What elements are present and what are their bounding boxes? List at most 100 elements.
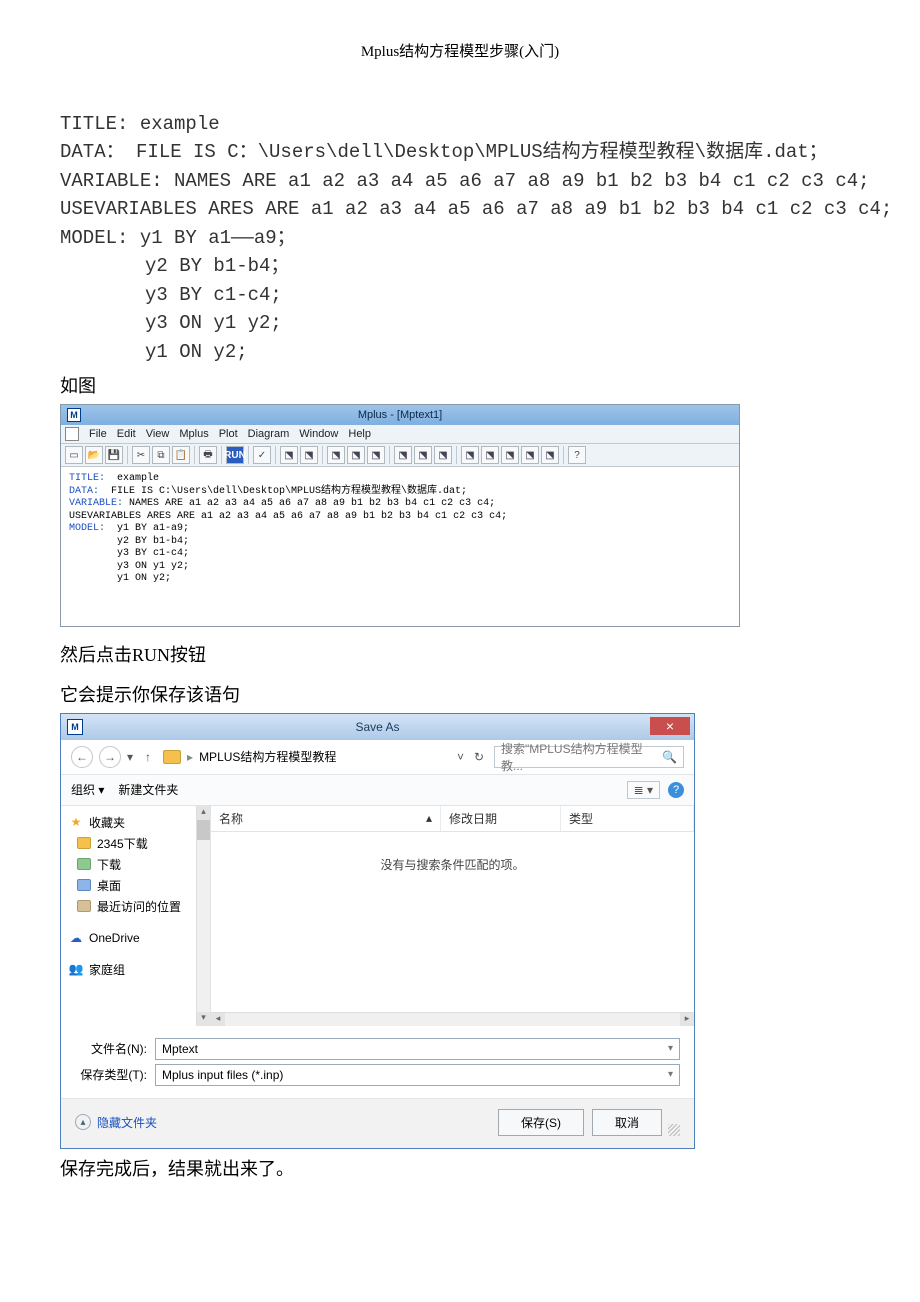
filename-value: Mptext [162, 1042, 198, 1056]
search-icon: 🔍 [662, 750, 677, 764]
sidebar-label: OneDrive [89, 931, 140, 945]
sidebar-recent[interactable]: 最近访问的位置 [67, 896, 204, 917]
new-icon[interactable]: ▭ [65, 446, 83, 464]
scroll-thumb[interactable] [197, 820, 210, 840]
copy-icon[interactable]: ⧉ [152, 446, 170, 464]
editor-text: y3 BY c1-c4; [69, 548, 189, 559]
chart-icon[interactable]: ⬔ [300, 446, 318, 464]
close-button[interactable]: × [650, 717, 690, 735]
save-button[interactable]: 保存(S) [498, 1109, 584, 1136]
scroll-right-icon[interactable]: ▸ [680, 1013, 694, 1026]
chart-icon[interactable]: ⬔ [367, 446, 385, 464]
filetype-select[interactable]: Mplus input files (*.inp) ▾ [155, 1064, 680, 1086]
sidebar-onedrive[interactable]: ☁OneDrive [67, 929, 204, 947]
back-button[interactable]: ← [71, 746, 93, 768]
toolbar: 组织 ▾ 新建文件夹 ≣ ▾ ? [61, 775, 694, 806]
editor-text: USEVARIABLES ARES ARE a1 a2 a3 a4 a5 a6 … [69, 511, 507, 522]
help-icon[interactable]: ? [668, 782, 684, 798]
column-type[interactable]: 类型 [561, 806, 694, 831]
sidebar-scrollbar[interactable]: ▴ ▾ [196, 806, 210, 1026]
desktop-icon [77, 879, 91, 891]
editor-text: y3 ON y1 y2; [69, 561, 189, 572]
path-dropdown[interactable]: ˅ [457, 750, 464, 764]
save-icon[interactable]: 💾 [105, 446, 123, 464]
saveas-titlebar: M Save As × [61, 714, 694, 740]
chart-icon[interactable]: ⬔ [327, 446, 345, 464]
sidebar-favorites[interactable]: ★收藏夹 [67, 812, 204, 833]
folder-icon [77, 837, 91, 849]
sidebar-homegroup[interactable]: 👥家庭组 [67, 959, 204, 980]
mplus-toolbar: ▭ 📂 💾 ✂ ⧉ 📋 🖶 RUN ✓ ⬔ ⬔ ⬔ ⬔ ⬔ ⬔ ⬔ ⬔ ⬔ ⬔ … [61, 444, 739, 467]
editor-text: y1 ON y2; [69, 573, 171, 584]
forward-button[interactable]: → [99, 746, 121, 768]
newfolder-button[interactable]: 新建文件夹 [118, 781, 178, 798]
cut-icon[interactable]: ✂ [132, 446, 150, 464]
mplus-menubar: File Edit View Mplus Plot Diagram Window… [61, 425, 739, 444]
chart-icon[interactable]: ⬔ [280, 446, 298, 464]
menu-diagram[interactable]: Diagram [248, 428, 290, 440]
caption-save: 它会提示你保存该语句 [60, 681, 860, 707]
menu-help[interactable]: Help [348, 428, 371, 440]
keyword: DATA: [69, 486, 99, 497]
chart-icon[interactable]: ⬔ [461, 446, 479, 464]
scroll-down-icon[interactable]: ▾ [197, 1012, 210, 1026]
column-name[interactable]: 名称 ▴ [211, 806, 441, 831]
horizontal-scrollbar[interactable]: ◂ ▸ [211, 1012, 694, 1026]
code-line: y1 ON y2; [60, 338, 860, 367]
refresh-button[interactable]: ↻ [470, 750, 488, 764]
code-line: MODEL: y1 BY a1——a9； [60, 227, 296, 249]
filename-input[interactable]: Mptext ▾ [155, 1038, 680, 1060]
separator [322, 446, 323, 464]
print-icon[interactable]: 🖶 [199, 446, 217, 464]
menu-file[interactable]: File [89, 428, 107, 440]
up-button[interactable]: ↑ [139, 748, 157, 766]
chart-icon[interactable]: ⬔ [414, 446, 432, 464]
menu-edit[interactable]: Edit [117, 428, 136, 440]
column-date[interactable]: 修改日期 [441, 806, 561, 831]
sidebar-desktop[interactable]: 桌面 [67, 875, 204, 896]
chart-icon[interactable]: ⬔ [347, 446, 365, 464]
chart-icon[interactable]: ⬔ [434, 446, 452, 464]
sidebar-label: 桌面 [97, 877, 121, 894]
search-input[interactable]: 搜索"MPLUS结构方程模型教... 🔍 [494, 746, 684, 768]
cancel-button[interactable]: 取消 [592, 1109, 662, 1136]
keyword: TITLE: [69, 473, 105, 484]
editor-text: y2 BY b1-b4; [69, 536, 189, 547]
sidebar-2345[interactable]: 2345下载 [67, 833, 204, 854]
resize-grip-icon[interactable] [668, 1124, 680, 1136]
filetype-value: Mplus input files (*.inp) [162, 1068, 283, 1082]
code-line: DATA： FILE IS C：\Users\dell\Desktop\MPLU… [60, 141, 828, 163]
organize-button[interactable]: 组织 ▾ [71, 781, 104, 798]
mplus-editor[interactable]: TITLE: example DATA: FILE IS C:\Users\de… [61, 467, 739, 626]
editor-text: y1 BY a1-a9; [105, 523, 189, 534]
chart-icon[interactable]: ⬔ [394, 446, 412, 464]
editor-text: FILE IS C:\Users\dell\Desktop\MPLUS结构方程模… [99, 486, 467, 497]
document-icon [65, 427, 79, 441]
menu-view[interactable]: View [146, 428, 170, 440]
filename-label: 文件名(N): [75, 1040, 155, 1057]
sidebar-label: 收藏夹 [89, 814, 125, 831]
scroll-left-icon[interactable]: ◂ [211, 1013, 225, 1026]
caption-done: 保存完成后，结果就出来了。 [60, 1155, 860, 1181]
history-dropdown[interactable]: ▾ [127, 750, 133, 764]
help-icon[interactable]: ? [568, 446, 586, 464]
chart-icon[interactable]: ✓ [253, 446, 271, 464]
breadcrumb-item[interactable]: MPLUS结构方程模型教程 [199, 748, 336, 765]
menu-plot[interactable]: Plot [219, 428, 238, 440]
breadcrumb[interactable]: ▸ MPLUS结构方程模型教程 [163, 748, 451, 765]
sidebar-downloads[interactable]: 下载 [67, 854, 204, 875]
chart-icon[interactable]: ⬔ [541, 446, 559, 464]
run-button[interactable]: RUN [226, 446, 244, 464]
chart-icon[interactable]: ⬔ [481, 446, 499, 464]
menu-window[interactable]: Window [299, 428, 338, 440]
chevron-down-icon[interactable]: ▾ [668, 1069, 673, 1080]
hide-folders-toggle[interactable]: ▴ 隐藏文件夹 [75, 1114, 157, 1131]
paste-icon[interactable]: 📋 [172, 446, 190, 464]
menu-mplus[interactable]: Mplus [179, 428, 208, 440]
view-dropdown[interactable]: ≣ ▾ [627, 781, 660, 799]
chevron-down-icon[interactable]: ▾ [668, 1043, 673, 1054]
scroll-up-icon[interactable]: ▴ [197, 806, 210, 820]
chart-icon[interactable]: ⬔ [501, 446, 519, 464]
chart-icon[interactable]: ⬔ [521, 446, 539, 464]
open-icon[interactable]: 📂 [85, 446, 103, 464]
